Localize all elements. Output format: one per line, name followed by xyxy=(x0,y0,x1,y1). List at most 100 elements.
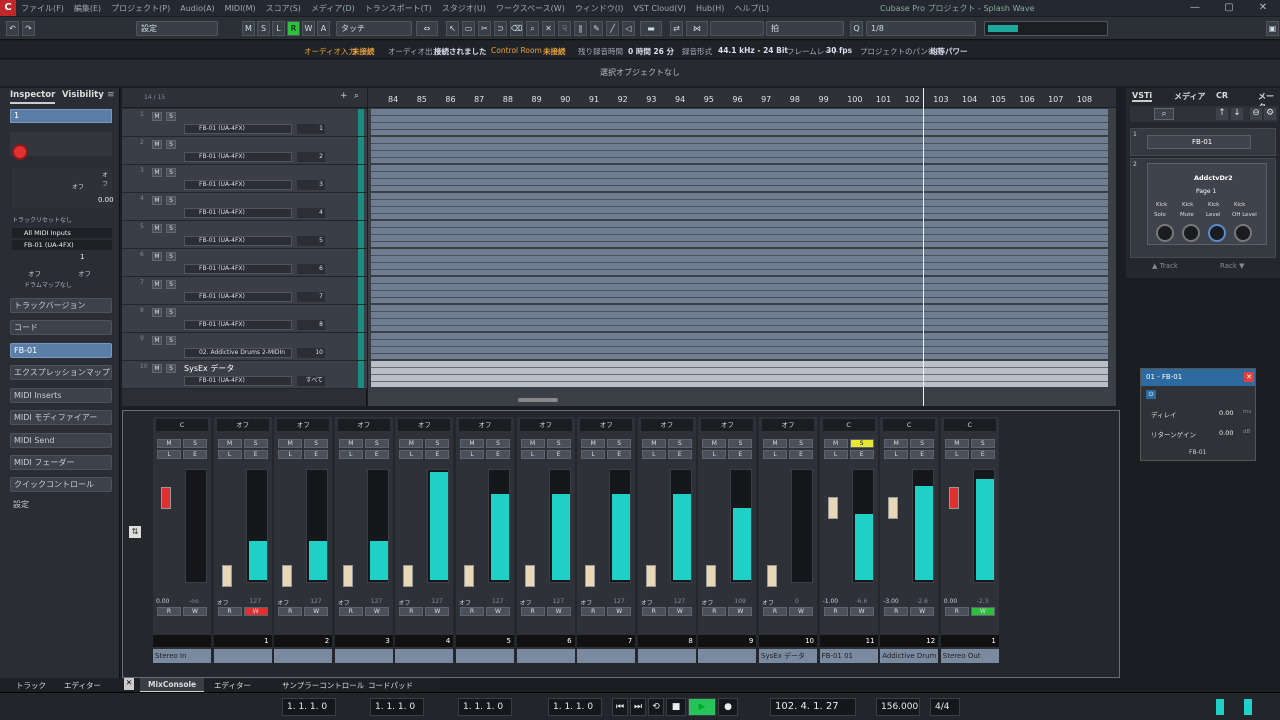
pan-control[interactable]: C xyxy=(156,419,208,431)
midi-part[interactable] xyxy=(371,165,1108,192)
tab-editor-left[interactable]: エディター xyxy=(64,680,101,691)
comp-tool-icon[interactable]: ☟ xyxy=(558,21,571,36)
edit-button[interactable]: E xyxy=(667,450,692,459)
edit-button[interactable]: E xyxy=(546,450,571,459)
tab-vsti-2[interactable]: CR xyxy=(1216,91,1228,100)
menu-item[interactable]: MIDI(M) xyxy=(225,4,256,13)
solo-button[interactable]: S xyxy=(304,439,329,448)
control-room-value[interactable]: 未接続 xyxy=(543,46,566,57)
solo-button[interactable]: S xyxy=(166,112,176,121)
mute-button[interactable]: M xyxy=(152,336,162,345)
time-signature-display[interactable]: 4/4 xyxy=(930,698,960,716)
midi-part[interactable] xyxy=(371,221,1108,248)
close-icon[interactable]: ✕ xyxy=(1246,0,1280,16)
solo-button[interactable]: S xyxy=(243,439,268,448)
mute-button[interactable]: M xyxy=(152,168,162,177)
channel-strip[interactable]: オフ M S L E オフ 109 R W 9 xyxy=(698,417,757,663)
read-button[interactable]: R xyxy=(641,607,666,616)
link-icon[interactable]: ⇔ xyxy=(416,21,438,36)
tab-vsti-0[interactable]: VSTi xyxy=(1132,91,1153,102)
channel-name[interactable] xyxy=(274,649,333,663)
track-output[interactable]: FB-01 (UA-4FX) xyxy=(184,292,292,302)
track-output[interactable]: FB-01 (UA-4FX) xyxy=(184,320,292,330)
midi-input-select[interactable]: All MIDI Inputs xyxy=(12,228,112,238)
track-channel[interactable]: すべて xyxy=(297,376,325,386)
pan-value[interactable]: オフ xyxy=(72,182,84,191)
minimize-icon[interactable]: — xyxy=(1178,0,1212,16)
solo-button[interactable]: S xyxy=(789,439,813,448)
channel-strip[interactable]: オフ M S L E オフ 0 R W 10 SysEx データ xyxy=(759,417,817,663)
go-to-start-icon[interactable]: ⏮ xyxy=(612,698,628,716)
solo-button[interactable]: S xyxy=(364,439,389,448)
mute-button[interactable]: M xyxy=(152,252,162,261)
volume-value[interactable]: オフ xyxy=(102,170,112,188)
automation-mode-dropdown[interactable]: タッチ xyxy=(336,21,412,36)
framerate-value[interactable]: 30 fps xyxy=(826,46,852,55)
quick-control-knob[interactable] xyxy=(1182,224,1200,242)
solo-button[interactable]: S xyxy=(166,280,176,289)
ruler[interactable]: 84 85 86 87 88 89 90 91 92 93 94 95 96 97 98 99 100 101 10… xyxy=(368,88,1116,108)
mode-button-s[interactable]: S xyxy=(257,21,270,36)
midi-part[interactable] xyxy=(371,137,1108,164)
mute-button[interactable]: M xyxy=(944,439,969,448)
track-output[interactable]: FB-01 (UA-4FX) xyxy=(184,180,292,190)
write-button[interactable]: W xyxy=(486,607,510,616)
track-channel[interactable]: 1 xyxy=(297,124,325,134)
channel-name[interactable] xyxy=(456,649,514,663)
listen-button[interactable]: L xyxy=(217,450,242,459)
inspector-section[interactable]: MIDI Inserts xyxy=(10,388,112,403)
volume-value[interactable]: オフ xyxy=(762,598,814,607)
tab-visibility[interactable]: Visibility xyxy=(62,90,104,104)
read-button[interactable]: R xyxy=(217,607,242,616)
cycle-icon[interactable]: ⟲ xyxy=(648,698,664,716)
menu-item[interactable]: Hub(H) xyxy=(696,4,724,13)
gear-icon[interactable]: ⚙ xyxy=(1264,108,1276,120)
track-output[interactable]: FB-01 (UA-4FX) xyxy=(184,236,292,246)
pre-roll-position[interactable]: 1. 1. 1. 0 xyxy=(548,698,602,716)
edit-button[interactable]: E xyxy=(364,450,389,459)
listen-button[interactable]: L xyxy=(884,450,909,459)
tab-vsti-1[interactable]: メディア xyxy=(1174,91,1205,102)
channel-strip[interactable]: オフ M S L E オフ 127 R W 3 xyxy=(334,417,393,663)
channel-name[interactable] xyxy=(334,649,393,663)
menu-item[interactable]: トランスポート(T) xyxy=(365,4,432,13)
zoom-tool-icon[interactable]: ⌕ xyxy=(526,21,539,36)
midi-part[interactable] xyxy=(371,109,1108,136)
search-icon[interactable]: ⌕ xyxy=(1154,108,1174,120)
mute-button[interactable]: M xyxy=(152,224,162,233)
volume-fader[interactable] xyxy=(706,565,717,587)
channel-strip[interactable]: オフ M S L E オフ 127 R W 6 xyxy=(516,417,575,663)
listen-button[interactable]: L xyxy=(823,450,848,459)
channel-strip[interactable]: C M S L E 0.00 -2.3 R W 1 Stereo Out xyxy=(940,417,999,663)
tab-track[interactable]: トラック xyxy=(16,680,46,691)
edit-button[interactable]: E xyxy=(183,450,207,459)
channel-strip[interactable]: オフ M S L E オフ 127 R W 1 xyxy=(213,417,272,663)
inspector-section[interactable]: クイックコントロール xyxy=(10,477,112,492)
bank-select[interactable]: オフ xyxy=(28,268,41,278)
rec-time-value[interactable]: 0 時間 26 分 xyxy=(628,46,674,57)
project-window[interactable]: 84 85 86 87 88 89 90 91 92 93 94 95 96 97 98 99 100 101 10… xyxy=(368,88,1116,406)
menu-item[interactable]: ファイル(F) xyxy=(21,4,64,13)
vsti-slot-2[interactable]: 2 AddctvDr2 Page 1 Kick Kick Kick Kick Solo M… xyxy=(1130,158,1276,258)
edit-button[interactable]: E xyxy=(486,450,510,459)
write-button[interactable]: W xyxy=(183,607,207,616)
power-icon[interactable]: ⏻ xyxy=(1146,390,1156,399)
read-button[interactable]: R xyxy=(399,607,424,616)
listen-button[interactable]: L xyxy=(581,450,606,459)
inspector-section[interactable]: コード xyxy=(10,320,112,335)
tab-chord-pads[interactable]: コードパッド xyxy=(368,680,413,691)
vsti-slot-name[interactable]: FB-01 xyxy=(1147,135,1251,149)
volume-fader[interactable] xyxy=(403,565,414,587)
track-row[interactable]: 5 M S FB-01 (UA-4FX) 5 xyxy=(122,221,367,249)
channel-name[interactable] xyxy=(395,649,454,663)
draw-tool-icon[interactable]: ✎ xyxy=(590,21,603,36)
solo-button[interactable]: S xyxy=(728,439,753,448)
channel-name[interactable]: SysEx データ xyxy=(759,649,817,663)
channel-strip[interactable]: C M S L E 0.00 -oo R W Stereo In xyxy=(153,417,211,663)
mode-button-a[interactable]: A xyxy=(317,21,330,36)
volume-fader[interactable] xyxy=(645,565,656,587)
delay-value[interactable]: 0.00 xyxy=(1219,409,1233,417)
layout-icon[interactable]: ▣ xyxy=(1266,21,1279,36)
mute-button[interactable]: M xyxy=(152,112,162,121)
write-button[interactable]: W xyxy=(425,607,450,616)
